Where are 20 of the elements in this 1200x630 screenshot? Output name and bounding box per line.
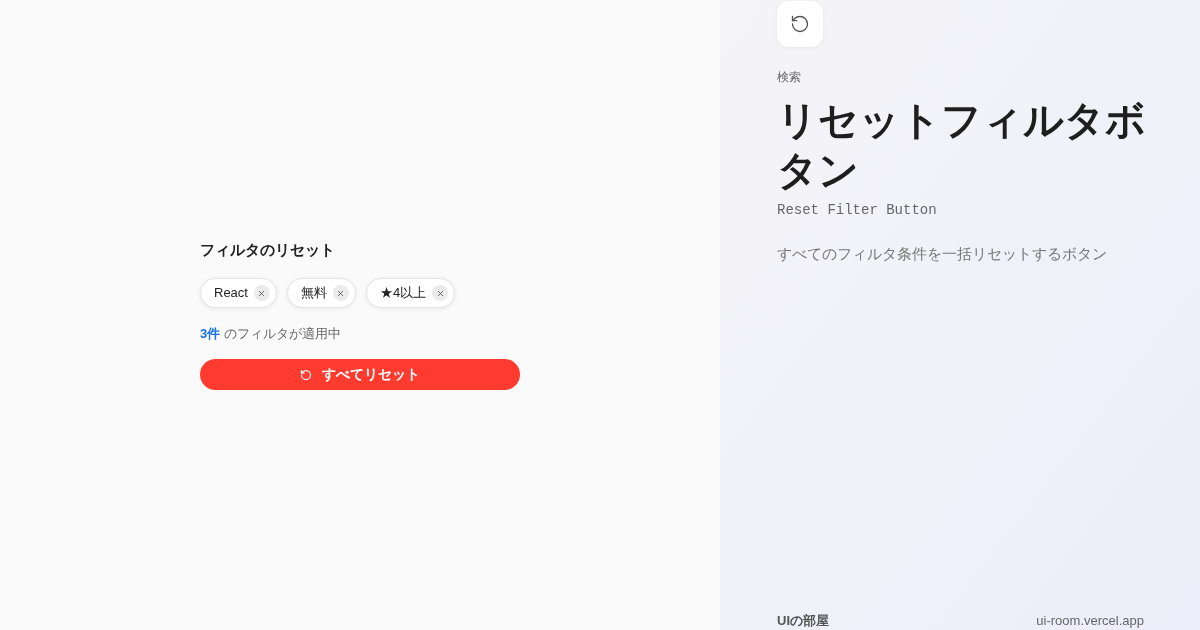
reset-icon (300, 368, 312, 381)
site-url: ui-room.vercel.app (1036, 612, 1144, 630)
close-icon (435, 288, 445, 298)
reset-icon (790, 14, 810, 34)
english-subtitle: Reset Filter Button (777, 201, 937, 220)
filter-label: ★4以上 (379, 284, 427, 302)
remove-filter-button[interactable] (332, 285, 349, 301)
description-text: すべてのフィルタ条件を一括リセットするボタン (777, 244, 1108, 264)
reset-all-button[interactable]: すべてリセット (200, 359, 520, 390)
category-label: 検索 (777, 69, 801, 85)
close-icon (257, 288, 267, 298)
demo-title: フィルタのリセット (200, 240, 335, 260)
filter-count-text: 3件 のフィルタが適用中 (200, 325, 341, 343)
filter-label: 無料 (300, 284, 327, 302)
page-title: リセットフィルタボタン (777, 97, 1147, 194)
close-icon (336, 288, 346, 298)
filter-label: React (214, 284, 248, 302)
remove-filter-button[interactable] (253, 285, 270, 301)
brand-name: UIの部屋 (777, 612, 829, 630)
remove-filter-button[interactable] (432, 285, 449, 301)
